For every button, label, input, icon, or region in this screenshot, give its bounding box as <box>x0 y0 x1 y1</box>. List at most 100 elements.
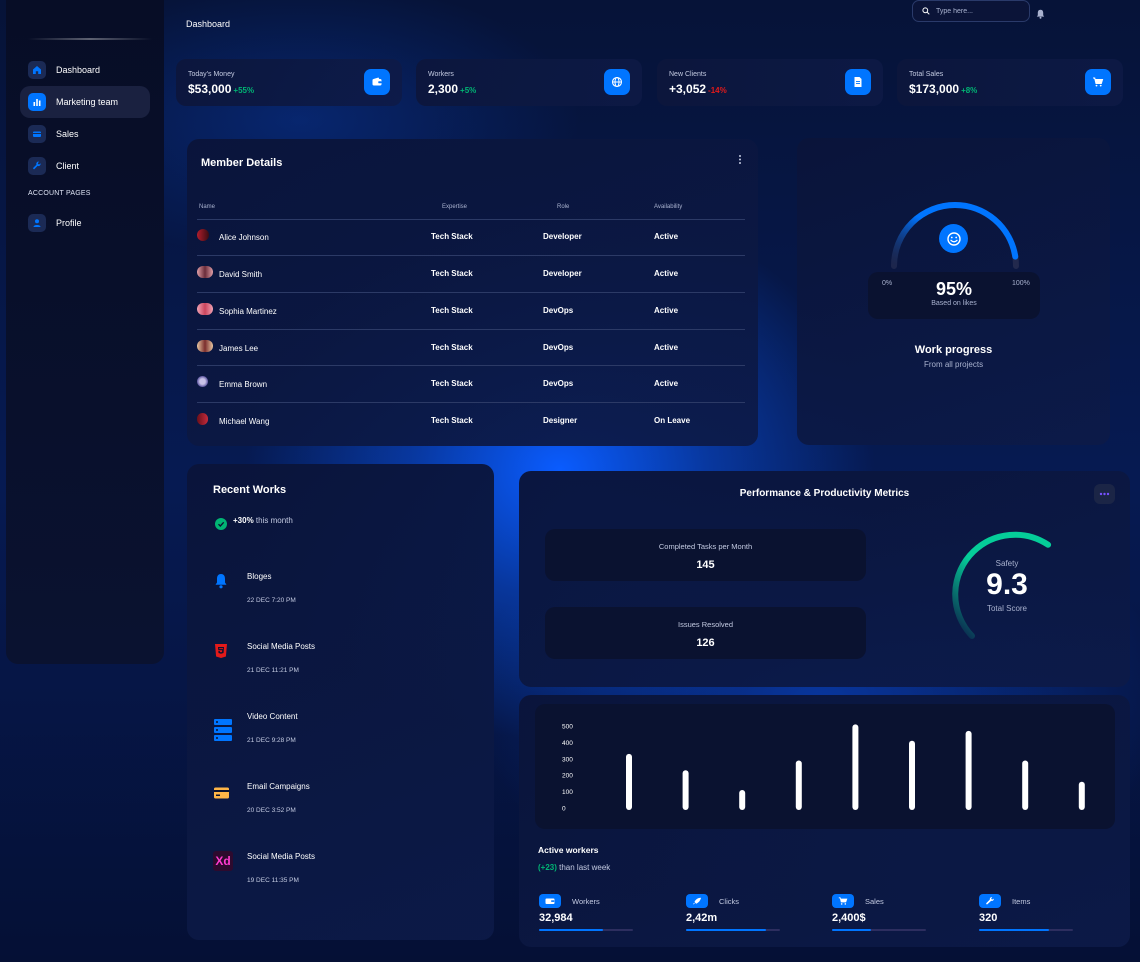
metric-value: 126 <box>696 637 715 649</box>
cart-icon <box>1085 69 1111 95</box>
member-role: DevOps <box>543 306 574 315</box>
sidebar-item-client[interactable]: Client <box>20 150 150 182</box>
wallet-icon <box>364 69 390 95</box>
chart-bar <box>739 789 746 810</box>
metric-label: Completed Tasks per Month <box>658 542 753 551</box>
search-input[interactable] <box>936 7 1026 15</box>
check-circle-icon <box>215 518 227 530</box>
recent-work-title[interactable]: Bloges <box>247 572 271 581</box>
sidebar-item-profile[interactable]: Profile <box>20 207 150 239</box>
table-row[interactable]: Michael Wang Tech Stack Designer On Leav… <box>197 403 745 439</box>
avatar <box>197 413 208 425</box>
bottom-stat-value: 2,42m <box>686 912 718 924</box>
stat-card-total-sales: Total Sales $173,000 +8% <box>897 59 1123 106</box>
breadcrumb[interactable]: Dashboard <box>186 19 230 29</box>
recent-work-title[interactable]: Social Media Posts <box>247 642 315 651</box>
stat-card-new-clients: New Clients +3,052 -14% <box>657 59 883 106</box>
progress-fill <box>832 929 872 931</box>
wrench-icon <box>28 157 46 175</box>
sidebar-item-label: Dashboard <box>56 65 101 75</box>
bottom-stat-progress <box>979 929 1073 931</box>
recent-works-title: Recent Works <box>213 484 287 496</box>
performance-title: Performance & Productivity Metrics <box>739 488 910 499</box>
stat-card-workers: Workers 2,300 +5% <box>416 59 642 106</box>
table-row[interactable]: Alice Johnson Tech Stack Developer Activ… <box>197 219 745 255</box>
y-tick-label: 500 <box>562 724 573 731</box>
sidebar-item-label: Marketing team <box>56 97 119 107</box>
bottom-stat-progress <box>686 929 780 931</box>
bottom-stat-label: Workers <box>572 897 600 906</box>
y-tick-label: 200 <box>562 773 573 780</box>
bottom-stat-label: Clicks <box>719 897 739 906</box>
stat-label: Workers <box>428 71 454 78</box>
member-name: Alice Johnson <box>219 233 269 242</box>
credit-card-icon <box>214 786 229 804</box>
home-icon <box>28 61 46 79</box>
recent-work-title[interactable]: Email Campaigns <box>247 782 310 791</box>
sidebar-item-marketing-team[interactable]: Marketing team <box>20 86 150 118</box>
avatar <box>197 266 213 278</box>
table-row[interactable]: David Smith Tech Stack Developer Active <box>197 256 745 292</box>
member-availability: On Leave <box>654 416 691 425</box>
sidebar-item-dashboard[interactable]: Dashboard <box>20 54 150 86</box>
wrench-icon <box>979 894 1001 908</box>
stat-label: Total Sales <box>909 71 944 78</box>
sidebar-item-label: Profile <box>56 218 82 228</box>
bottom-stat-label: Items <box>1012 897 1031 906</box>
table-row[interactable]: Sophia Martinez Tech Stack DevOps Active <box>197 293 745 329</box>
recent-work-date: 21 DEC 9:28 PM <box>247 737 296 744</box>
avatar <box>197 303 213 315</box>
member-role: Developer <box>543 269 582 278</box>
metric-label: Issues Resolved <box>677 620 734 629</box>
chart-bar <box>682 770 689 810</box>
globe-icon <box>604 69 630 95</box>
search-bar[interactable] <box>912 0 1030 22</box>
member-details-title: Member Details <box>201 157 283 169</box>
sidebar: Dashboard Marketing team Sales Client AC… <box>6 0 164 664</box>
member-role: Designer <box>543 416 578 425</box>
member-expertise: Tech Stack <box>431 343 473 352</box>
card-icon <box>28 125 46 143</box>
work-progress-percent: 95% <box>935 279 973 299</box>
bottom-stat-value: 32,984 <box>539 912 573 924</box>
sidebar-item-label: Client <box>56 161 80 171</box>
stat-value: $53,000 +55% <box>188 82 255 96</box>
avatar <box>197 340 213 352</box>
stat-delta: +5% <box>460 86 477 95</box>
recent-work-date: 22 DEC 7:20 PM <box>247 597 296 604</box>
recent-work-title[interactable]: Social Media Posts <box>247 852 315 861</box>
rocket-icon <box>686 894 708 908</box>
column-header-role: Role <box>557 204 570 210</box>
table-row[interactable]: James Lee Tech Stack DevOps Active <box>197 330 745 366</box>
member-role: Developer <box>543 232 582 241</box>
adobe-xd-icon: Xd <box>213 851 233 871</box>
notification-bell-icon[interactable] <box>1036 6 1045 24</box>
chart-bar <box>852 724 859 810</box>
search-icon <box>922 7 930 15</box>
progress-fill <box>686 929 766 931</box>
recent-works-card <box>187 464 494 940</box>
table-row[interactable]: Emma Brown Tech Stack DevOps Active <box>197 366 745 402</box>
document-icon <box>845 69 871 95</box>
member-expertise: Tech Stack <box>431 306 473 315</box>
member-availability: Active <box>654 306 679 315</box>
column-header-availability: Availability <box>654 204 683 210</box>
recent-work-title[interactable]: Video Content <box>247 712 298 721</box>
chart-bar <box>1022 760 1029 810</box>
bottom-stat-value: 2,400$ <box>832 912 866 924</box>
member-expertise: Tech Stack <box>431 379 473 388</box>
member-role: DevOps <box>543 343 574 352</box>
more-vertical-icon[interactable] <box>736 153 744 171</box>
recent-work-date: 21 DEC 11:21 PM <box>247 667 299 674</box>
server-icon <box>214 718 232 747</box>
bottom-stat-progress <box>539 929 633 931</box>
column-header-name: Name <box>199 204 216 210</box>
member-availability: Active <box>654 232 679 241</box>
sidebar-item-sales[interactable]: Sales <box>20 118 150 150</box>
stat-label: Today's Money <box>188 71 235 78</box>
more-options-button[interactable] <box>1094 484 1115 504</box>
member-role: DevOps <box>543 379 574 388</box>
chart-bar <box>909 740 915 810</box>
chart-icon <box>28 93 46 111</box>
y-tick-label: 400 <box>562 740 573 747</box>
